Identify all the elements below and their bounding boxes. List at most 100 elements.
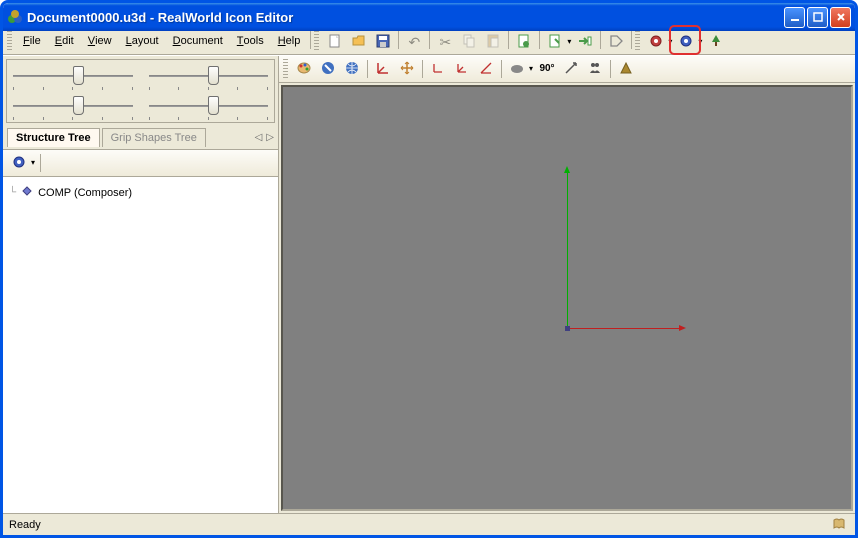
open-folder-icon xyxy=(351,33,367,51)
menu-view[interactable]: View xyxy=(81,31,119,54)
app-window: Document0000.u3d - RealWorld Icon Editor… xyxy=(0,0,858,538)
composer-icon xyxy=(20,184,34,201)
people-button[interactable] xyxy=(584,58,606,80)
maximize-button[interactable] xyxy=(807,7,828,28)
copy-button[interactable] xyxy=(458,31,480,53)
tree-node-root[interactable]: └ COMP (Composer) xyxy=(9,183,272,202)
people-icon xyxy=(587,60,603,78)
close-button[interactable] xyxy=(830,7,851,28)
dropdown-arrow[interactable]: ▾ xyxy=(527,58,535,80)
cone-icon xyxy=(618,60,634,78)
tag-button[interactable] xyxy=(605,31,627,53)
menu-tools[interactable]: Tools xyxy=(230,31,271,54)
tab-structure-tree[interactable]: Structure Tree xyxy=(7,128,100,147)
tree-area[interactable]: └ COMP (Composer) xyxy=(3,177,278,513)
save-disk-icon xyxy=(375,33,391,51)
doc-arrow-icon xyxy=(547,33,563,51)
cloud-button[interactable] xyxy=(506,58,528,80)
new-doc-icon xyxy=(327,33,343,51)
tabs: Structure Tree Grip Shapes Tree ◁ ▷ xyxy=(3,126,278,150)
new-button[interactable] xyxy=(324,31,346,53)
menu-edit[interactable]: Edit xyxy=(48,31,81,54)
toolbar-grip-3[interactable] xyxy=(283,59,288,79)
doc-a-button[interactable] xyxy=(513,31,535,53)
paste-button[interactable] xyxy=(482,31,504,53)
wrench-button[interactable] xyxy=(317,58,339,80)
secondary-toolbar: ▾ 90° xyxy=(279,56,855,83)
tree-node-label: COMP (Composer) xyxy=(38,187,132,199)
export-button[interactable] xyxy=(574,31,596,53)
dropdown-arrow[interactable]: ▾ xyxy=(666,31,674,53)
axis-y xyxy=(567,171,568,327)
move-button[interactable] xyxy=(396,58,418,80)
dropdown-arrow[interactable]: ▾ xyxy=(29,152,37,174)
axes-alt-icon xyxy=(478,60,494,78)
tree-button[interactable] xyxy=(705,31,727,53)
diag-arrow-icon xyxy=(563,60,579,78)
menu-grip[interactable] xyxy=(7,31,12,51)
status-bar: Ready xyxy=(3,513,855,535)
move-icon xyxy=(399,60,415,78)
axes-small-icon xyxy=(430,60,446,78)
slider-4[interactable] xyxy=(145,96,273,116)
scissors-icon: ✂ xyxy=(439,35,451,49)
minimize-button[interactable] xyxy=(784,7,805,28)
cut-button[interactable]: ✂ xyxy=(434,31,456,53)
axes-button[interactable] xyxy=(372,58,394,80)
canvas-3d-view[interactable] xyxy=(281,85,853,511)
axes-3d-icon xyxy=(454,60,470,78)
gear-blue-icon xyxy=(678,33,694,51)
export-icon xyxy=(577,33,593,51)
slider-1[interactable] xyxy=(9,66,137,86)
palette-button[interactable] xyxy=(293,58,315,80)
dropdown-arrow[interactable]: ▾ xyxy=(565,31,573,53)
menu-layout[interactable]: Layout xyxy=(119,31,166,54)
menu-document[interactable]: Document xyxy=(166,31,230,54)
status-text: Ready xyxy=(9,519,831,531)
slider-3[interactable] xyxy=(9,96,137,116)
cone-button[interactable] xyxy=(615,58,637,80)
undo-icon: ↶ xyxy=(408,35,420,49)
paste-icon xyxy=(485,33,501,51)
axes-2-button[interactable] xyxy=(427,58,449,80)
open-button[interactable] xyxy=(348,31,370,53)
tab-grip-shapes-tree[interactable]: Grip Shapes Tree xyxy=(102,128,206,147)
axes-3-button[interactable] xyxy=(451,58,473,80)
copy-icon xyxy=(461,33,477,51)
doc-green-icon xyxy=(516,33,532,51)
globe-button[interactable] xyxy=(341,58,363,80)
diag-button[interactable] xyxy=(560,58,582,80)
title-bar[interactable]: Document0000.u3d - RealWorld Icon Editor xyxy=(3,3,855,31)
tree-toolbar: ▾ xyxy=(3,150,278,177)
slider-2[interactable] xyxy=(145,66,273,86)
save-button[interactable] xyxy=(372,31,394,53)
gear-red-button[interactable] xyxy=(645,31,667,53)
globe-icon xyxy=(344,60,360,78)
axes-icon xyxy=(375,60,391,78)
axis-origin xyxy=(565,326,570,331)
tree-green-icon xyxy=(708,33,724,51)
tree-gear-button[interactable] xyxy=(8,152,30,174)
app-icon xyxy=(7,9,23,25)
menu-help[interactable]: Help xyxy=(271,31,308,54)
doc-b-button[interactable] xyxy=(544,31,566,53)
sliders-panel xyxy=(6,59,275,123)
axes-4-button[interactable] xyxy=(475,58,497,80)
toolbar-grip-1[interactable] xyxy=(314,31,319,51)
window-title: Document0000.u3d - RealWorld Icon Editor xyxy=(27,10,784,25)
menu-file[interactable]: File xyxy=(16,31,48,54)
tag-icon xyxy=(608,33,624,51)
toolbar-grip-2[interactable] xyxy=(635,31,640,51)
tab-next-icon[interactable]: ▷ xyxy=(266,132,274,143)
axis-x xyxy=(567,328,681,329)
left-panel: Structure Tree Grip Shapes Tree ◁ ▷ ▾ └ … xyxy=(3,56,279,513)
undo-button[interactable]: ↶ xyxy=(403,31,425,53)
gear-red-icon xyxy=(648,33,664,51)
right-panel: ▾ 90° xyxy=(279,56,855,513)
menu-bar: File Edit View Layout Document Tools Hel… xyxy=(3,31,855,55)
rotate-90-button[interactable]: 90° xyxy=(536,58,558,80)
rotate-icon: 90° xyxy=(539,64,554,74)
gear-blue-button[interactable] xyxy=(675,31,697,53)
status-book-icon[interactable] xyxy=(831,516,849,534)
tab-prev-icon[interactable]: ◁ xyxy=(255,132,263,143)
